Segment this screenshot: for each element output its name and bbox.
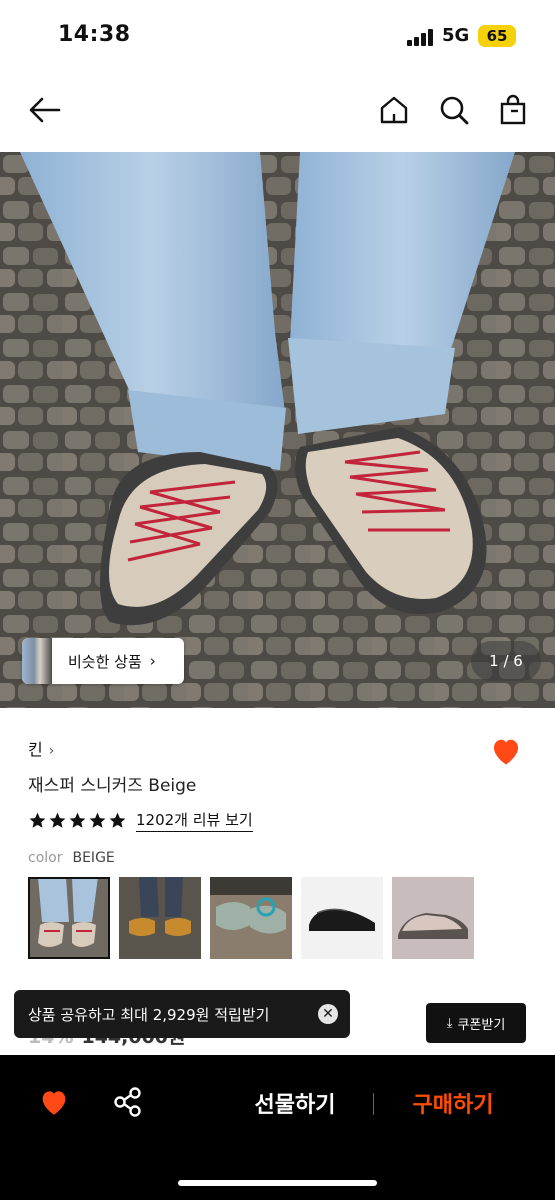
buy-button[interactable]: 구매하기 bbox=[392, 1087, 514, 1119]
gift-button[interactable]: 선물하기 bbox=[230, 1087, 360, 1119]
wishlist-heart-icon[interactable] bbox=[37, 1085, 71, 1119]
rating-row: 1202개 리뷰 보기 bbox=[28, 809, 253, 832]
review-link[interactable]: 1202개 리뷰 보기 bbox=[136, 809, 253, 832]
close-icon[interactable]: ✕ bbox=[318, 1004, 338, 1024]
similar-thumbnail bbox=[22, 638, 52, 684]
share-icon[interactable] bbox=[111, 1085, 145, 1119]
download-icon: ⤓ bbox=[446, 1015, 453, 1031]
coupon-label: 쿠폰받기 bbox=[457, 1017, 506, 1033]
brand-name: 킨 bbox=[28, 740, 43, 759]
toast-text: 상품 공유하고 최대 2,929원 적립받기 bbox=[28, 1005, 270, 1024]
back-arrow-icon[interactable] bbox=[25, 90, 65, 130]
home-indicator bbox=[178, 1180, 377, 1186]
rating-stars bbox=[28, 811, 128, 830]
star-icon bbox=[109, 812, 126, 828]
star-icon bbox=[89, 812, 106, 828]
similar-products-button[interactable]: 비슷한 상품 › bbox=[22, 638, 184, 684]
chevron-right-icon: › bbox=[48, 743, 55, 759]
battery-icon: 65 bbox=[478, 25, 516, 47]
color-row: color BEIGE bbox=[28, 850, 115, 866]
wishlist-heart-icon[interactable] bbox=[488, 733, 524, 769]
gallery-pager: 1 / 6 bbox=[471, 641, 541, 681]
home-icon[interactable] bbox=[374, 90, 414, 130]
search-icon[interactable] bbox=[434, 90, 474, 130]
coupon-button[interactable]: ⤓ 쿠폰받기 bbox=[426, 1003, 526, 1043]
color-thumbnail-3[interactable] bbox=[210, 877, 292, 959]
color-value: BEIGE bbox=[72, 850, 115, 866]
star-icon bbox=[69, 812, 86, 828]
top-nav bbox=[0, 80, 555, 140]
color-thumbnail-5[interactable] bbox=[392, 877, 474, 959]
share-reward-toast[interactable]: 상품 공유하고 최대 2,929원 적립받기 ✕ bbox=[14, 990, 350, 1038]
status-bar: 14:38 5G 65 bbox=[0, 0, 555, 70]
color-label: color bbox=[28, 850, 63, 866]
brand-link[interactable]: 킨 › bbox=[28, 736, 54, 760]
star-icon bbox=[49, 812, 66, 828]
product-title: 재스퍼 스니커즈 Beige bbox=[28, 776, 197, 796]
color-thumbnail-2[interactable] bbox=[119, 877, 201, 959]
similar-label: 비슷한 상품 bbox=[68, 652, 142, 671]
star-icon bbox=[29, 812, 46, 828]
signal-icon bbox=[407, 28, 437, 46]
status-time: 14:38 bbox=[58, 22, 131, 47]
product-gallery[interactable]: 비슷한 상품 › 1 / 6 bbox=[0, 152, 555, 708]
color-thumbnail-beige[interactable] bbox=[28, 877, 110, 959]
bottom-action-bar: 선물하기 구매하기 bbox=[0, 1055, 555, 1200]
product-photo bbox=[0, 152, 555, 708]
divider bbox=[373, 1093, 374, 1115]
color-thumbnails bbox=[28, 877, 483, 959]
network-label: 5G bbox=[442, 25, 470, 46]
chevron-right-icon: › bbox=[149, 652, 156, 670]
shopping-bag-icon[interactable] bbox=[493, 90, 533, 130]
color-thumbnail-4[interactable] bbox=[301, 877, 383, 959]
